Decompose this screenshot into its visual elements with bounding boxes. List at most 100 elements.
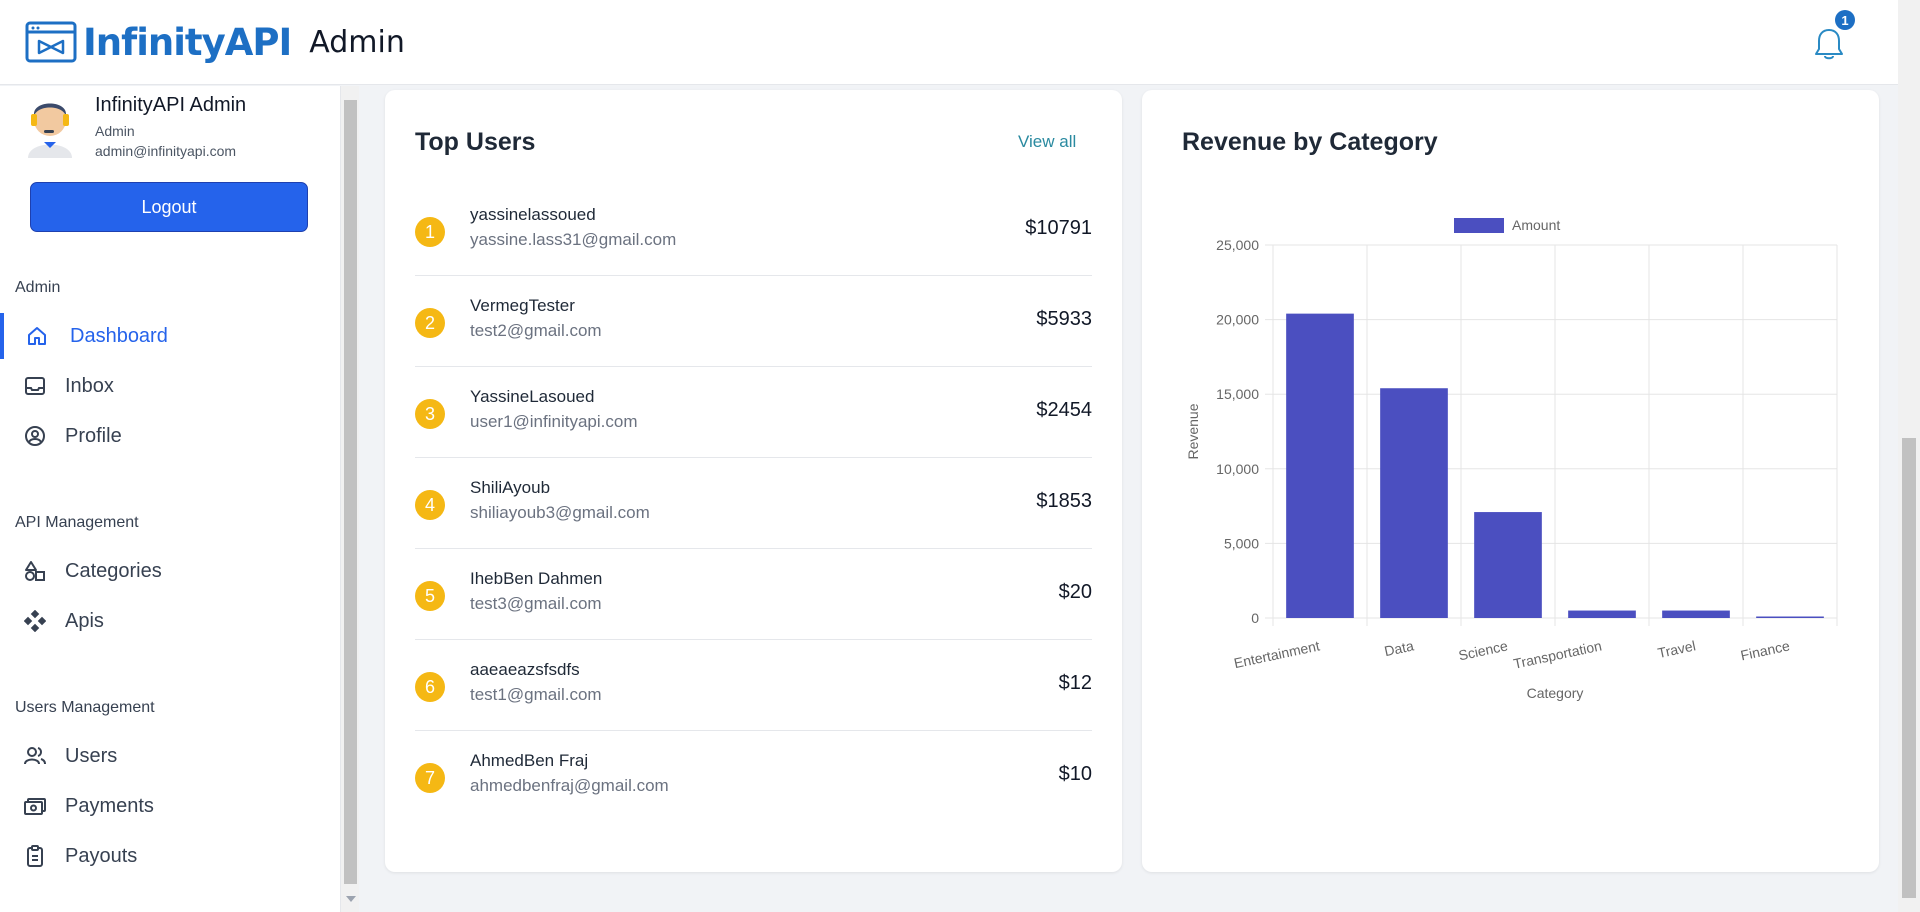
logo-icon xyxy=(25,21,77,63)
bar-science xyxy=(1474,512,1542,618)
user-circle-icon xyxy=(25,426,45,446)
table-row[interactable]: 4 ShiliAyoub shiliayoub3@gmail.com $1853 xyxy=(415,458,1092,549)
table-row[interactable]: 7 AhmedBen Fraj ahmedbenfraj@gmail.com $… xyxy=(415,731,1092,822)
x-tick-label: Entertainment xyxy=(1232,637,1321,671)
profile-email: admin@infinityapi.com xyxy=(95,143,237,159)
sidebar-scrollbar-thumb[interactable] xyxy=(344,100,357,884)
x-tick-label: Science xyxy=(1457,637,1509,663)
user-name: AhmedBen Fraj xyxy=(470,751,589,770)
x-axis-title: Category xyxy=(1527,685,1584,701)
profile-role: Admin xyxy=(95,123,135,139)
sidebar-item-payments[interactable]: Payments xyxy=(0,783,340,829)
y-axis-title: Revenue xyxy=(1185,403,1201,459)
sidebar-item-label: Apis xyxy=(65,609,104,632)
bar-entertainment xyxy=(1286,313,1354,618)
table-row[interactable]: 3 YassineLasoued user1@infinityapi.com $… xyxy=(415,367,1092,458)
bar-transportation xyxy=(1568,610,1636,618)
bell-icon[interactable] xyxy=(1812,26,1846,62)
user-email: ahmedbenfraj@gmail.com xyxy=(470,776,669,795)
revenue-bar-chart: 0 5,000 10,000 15,000 20,000 25,000 Entertainm… xyxy=(1185,217,1838,701)
top-users-card: Top Users View all 1 yassinelassoued yas… xyxy=(385,90,1122,872)
user-name: IhebBen Dahmen xyxy=(470,569,603,588)
profile-name: InfinityAPI Admin xyxy=(95,94,247,116)
sidebar-item-payouts[interactable]: Payouts xyxy=(0,833,340,879)
x-tick-label: Finance xyxy=(1739,637,1791,663)
user-amount: $1853 xyxy=(1036,490,1092,512)
window-scrollbar-thumb[interactable] xyxy=(1902,438,1916,898)
view-all-link[interactable]: View all xyxy=(1018,132,1076,152)
rank-badge: 4 xyxy=(415,490,445,520)
logo[interactable]: InfinityAPI Admin xyxy=(25,20,405,64)
x-tick-label: Travel xyxy=(1656,637,1697,661)
user-name: ShiliAyoub xyxy=(470,478,551,497)
avatar xyxy=(28,103,72,158)
sidebar-item-profile[interactable]: Profile xyxy=(0,413,340,459)
user-name: VermegTester xyxy=(470,296,575,315)
rank-badge: 1 xyxy=(415,217,445,247)
user-email: yassine.lass31@gmail.com xyxy=(470,230,677,249)
section-title-admin: Admin xyxy=(15,279,61,296)
brand-name: InfinityAPI xyxy=(83,20,292,64)
y-tick-label: 25,000 xyxy=(1216,237,1259,253)
table-row[interactable]: 1 yassinelassoued yassine.lass31@gmail.c… xyxy=(415,185,1092,276)
user-amount: $12 xyxy=(1058,672,1092,694)
window-scrollbar[interactable] xyxy=(1898,0,1920,912)
active-indicator xyxy=(0,313,4,359)
sidebar-item-label: Users xyxy=(65,744,118,767)
x-tick-label: Data xyxy=(1383,637,1415,659)
users-icon xyxy=(24,747,46,765)
rank-badge: 5 xyxy=(415,581,445,611)
user-name: yassinelassoued xyxy=(470,205,596,224)
sidebar-item-dashboard[interactable]: Dashboard xyxy=(0,313,340,359)
rank-badge: 2 xyxy=(415,308,445,338)
user-name: aaeaeazsfsdfs xyxy=(470,660,580,679)
sidebar-item-label: Categories xyxy=(65,559,162,582)
section-title-api-management: API Management xyxy=(15,514,139,531)
notification-badge: 1 xyxy=(1835,10,1855,30)
sidebar-item-label: Payments xyxy=(65,794,154,817)
y-tick-label: 0 xyxy=(1251,610,1259,626)
user-amount: $2454 xyxy=(1036,399,1092,421)
y-tick-label: 15,000 xyxy=(1216,386,1259,402)
user-email: test1@gmail.com xyxy=(470,685,602,704)
rank-badge: 6 xyxy=(415,672,445,702)
sidebar-item-inbox[interactable]: Inbox xyxy=(0,363,340,409)
sidebar-item-label: Profile xyxy=(65,424,122,447)
top-users-title: Top Users xyxy=(415,128,536,156)
sidebar-scrollbar[interactable] xyxy=(340,86,359,912)
shapes-icon xyxy=(25,561,45,581)
table-row[interactable]: 2 VermegTester test2@gmail.com $5933 xyxy=(415,276,1092,367)
user-amount: $5933 xyxy=(1036,308,1092,330)
legend-swatch xyxy=(1454,218,1504,233)
legend-label: Amount xyxy=(1512,217,1560,233)
rank-badge: 7 xyxy=(415,763,445,793)
y-tick-label: 10,000 xyxy=(1216,461,1259,477)
user-email: user1@infinityapi.com xyxy=(470,412,638,431)
api-icon xyxy=(24,610,46,632)
money-icon xyxy=(24,798,46,815)
table-row[interactable]: 6 aaeaeazsfsdfs test1@gmail.com $12 xyxy=(415,640,1092,731)
sidebar-item-categories[interactable]: Categories xyxy=(0,548,340,594)
sidebar-item-label: Payouts xyxy=(65,844,138,867)
header-section-title: Admin xyxy=(309,24,405,60)
y-tick-label: 5,000 xyxy=(1224,535,1259,551)
sidebar-item-apis[interactable]: Apis xyxy=(0,598,340,644)
scroll-down-arrow-icon[interactable] xyxy=(346,896,356,902)
rank-badge: 3 xyxy=(415,399,445,429)
user-email: test2@gmail.com xyxy=(470,321,602,340)
section-title-users-management: Users Management xyxy=(15,699,155,716)
sidebar-item-users[interactable]: Users xyxy=(0,733,340,779)
user-amount: $10791 xyxy=(1025,217,1092,239)
bar-travel xyxy=(1662,610,1730,618)
logout-button[interactable]: Logout xyxy=(30,182,308,232)
x-tick-label: Transportation xyxy=(1512,637,1603,671)
table-row[interactable]: 5 IhebBen Dahmen test3@gmail.com $20 xyxy=(415,549,1092,640)
top-header: InfinityAPI Admin 1 xyxy=(0,0,1898,85)
clipboard-icon xyxy=(27,845,43,867)
inbox-icon xyxy=(25,377,45,395)
sidebar: InfinityAPI Admin Admin admin@infinityap… xyxy=(0,86,340,912)
bar-data xyxy=(1380,388,1448,618)
home-icon xyxy=(28,327,46,345)
sidebar-item-label: Inbox xyxy=(65,374,114,397)
user-name: YassineLasoued xyxy=(470,387,595,406)
